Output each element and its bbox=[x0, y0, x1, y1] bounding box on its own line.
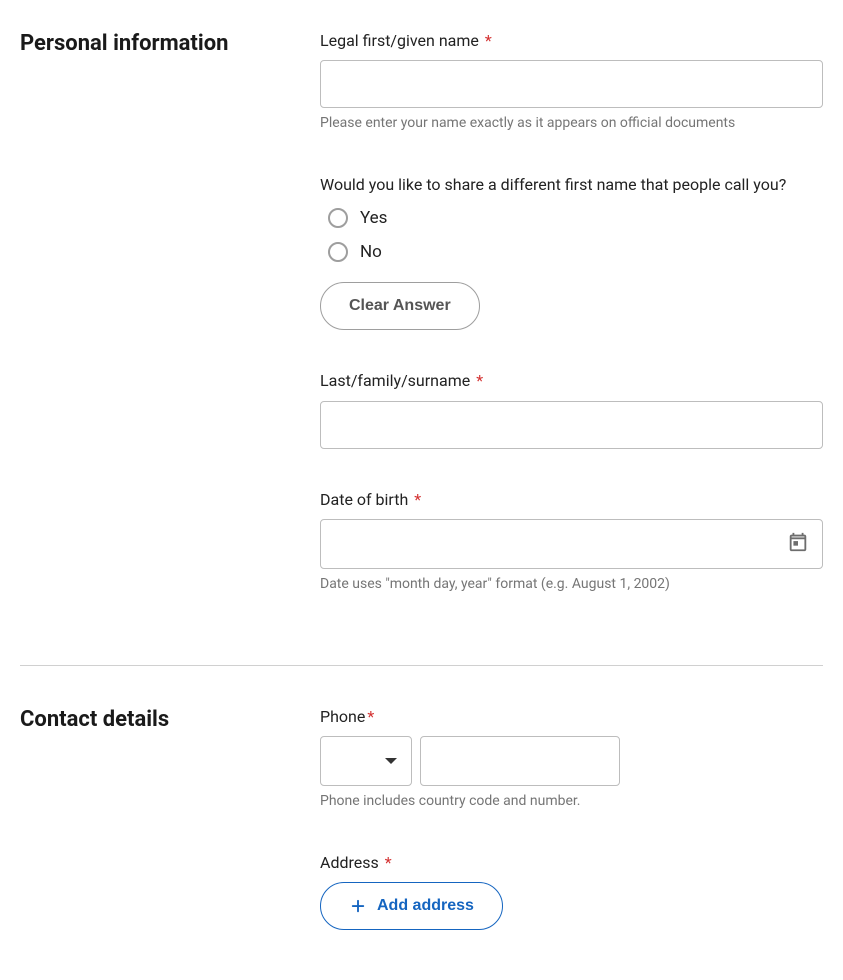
helper-date-of-birth: Date uses "month day, year" format (e.g.… bbox=[320, 575, 823, 595]
label-text: Address bbox=[320, 853, 379, 872]
add-address-button[interactable]: Add address bbox=[320, 882, 503, 930]
radio-circle-icon bbox=[328, 242, 348, 262]
label-legal-first-name: Legal first/given name * bbox=[320, 30, 823, 52]
phone-input-row bbox=[320, 736, 823, 786]
section-content-personal: Legal first/given name * Please enter yo… bbox=[320, 30, 823, 625]
required-asterisk: * bbox=[414, 490, 421, 509]
date-input-wrapper bbox=[320, 519, 823, 569]
field-last-name: Last/family/surname * bbox=[320, 370, 823, 448]
field-preferred-name-question: Would you like to share a different firs… bbox=[320, 174, 823, 330]
field-phone: Phone* Phone includes country code and n… bbox=[320, 706, 823, 812]
required-asterisk: * bbox=[385, 853, 392, 872]
field-legal-first-name: Legal first/given name * Please enter yo… bbox=[320, 30, 823, 134]
chevron-down-icon bbox=[385, 758, 397, 764]
plus-icon bbox=[349, 897, 367, 915]
input-date-of-birth[interactable] bbox=[320, 519, 823, 569]
clear-answer-label: Clear Answer bbox=[349, 297, 451, 315]
label-date-of-birth: Date of birth * bbox=[320, 489, 823, 511]
add-address-label: Add address bbox=[377, 897, 474, 915]
clear-answer-button[interactable]: Clear Answer bbox=[320, 282, 480, 330]
section-divider bbox=[20, 665, 823, 666]
label-preferred-name-question: Would you like to share a different firs… bbox=[320, 174, 823, 196]
label-last-name: Last/family/surname * bbox=[320, 370, 823, 392]
required-asterisk: * bbox=[367, 707, 374, 726]
phone-country-select[interactable] bbox=[320, 736, 412, 786]
label-phone: Phone* bbox=[320, 706, 823, 728]
required-asterisk: * bbox=[476, 371, 483, 390]
section-content-contact: Phone* Phone includes country code and n… bbox=[320, 706, 823, 930]
label-text: Legal first/given name bbox=[320, 31, 479, 50]
field-address: Address * Add address bbox=[320, 852, 823, 930]
radio-label-no: No bbox=[360, 242, 382, 262]
radio-circle-icon bbox=[328, 208, 348, 228]
input-legal-first-name[interactable] bbox=[320, 60, 823, 108]
section-title-contact: Contact details bbox=[20, 706, 300, 735]
input-last-name[interactable] bbox=[320, 401, 823, 449]
field-date-of-birth: Date of birth * Date uses "month day, ye… bbox=[320, 489, 823, 595]
section-title-personal: Personal information bbox=[20, 30, 300, 59]
label-text: Last/family/surname bbox=[320, 371, 470, 390]
radio-label-yes: Yes bbox=[360, 208, 387, 228]
helper-legal-first-name: Please enter your name exactly as it app… bbox=[320, 114, 823, 134]
label-text: Date of birth bbox=[320, 490, 408, 509]
section-contact-details: Contact details Phone* Phone includes co… bbox=[20, 706, 823, 970]
radio-group-preferred-name: Yes No bbox=[320, 208, 823, 262]
radio-option-yes[interactable]: Yes bbox=[320, 208, 823, 228]
radio-option-no[interactable]: No bbox=[320, 242, 823, 262]
required-asterisk: * bbox=[485, 31, 492, 50]
section-personal-information: Personal information Legal first/given n… bbox=[20, 30, 823, 665]
label-text: Phone bbox=[320, 707, 365, 726]
label-address: Address * bbox=[320, 852, 823, 874]
helper-phone: Phone includes country code and number. bbox=[320, 792, 823, 812]
input-phone-number[interactable] bbox=[420, 736, 620, 786]
